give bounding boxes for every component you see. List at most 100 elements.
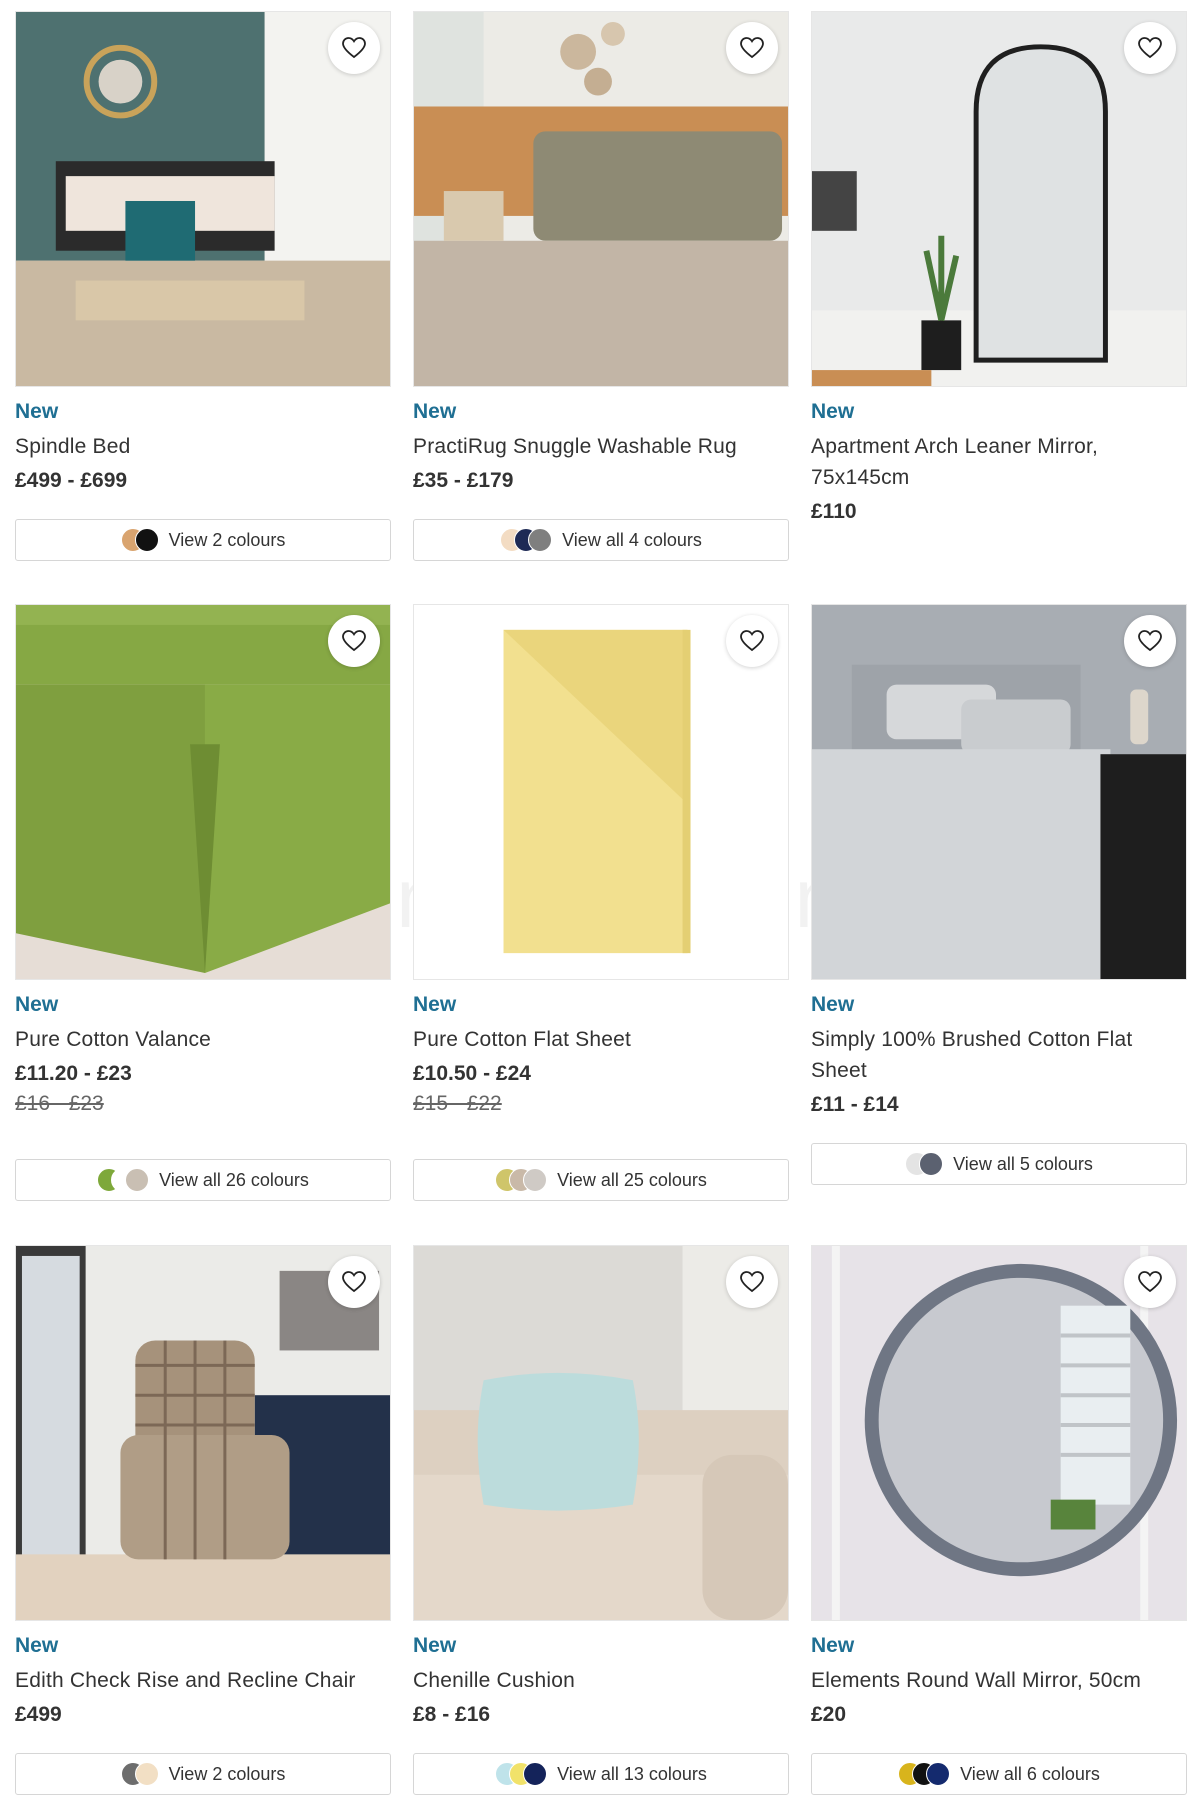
wishlist-button[interactable] [328,22,380,74]
view-colours-label: View 2 colours [168,1763,286,1784]
colour-swatches [120,1762,159,1786]
colour-swatch [134,528,159,552]
was-price: £15 - £22 [413,1092,502,1115]
new-badge: New [15,1634,59,1657]
product-price: £11 - £14 [811,1093,899,1116]
colour-swatch [926,1762,951,1786]
heart-icon [342,37,366,59]
product-title[interactable]: Chenille Cushion [413,1665,789,1696]
view-colours-label: View all 13 colours [557,1763,707,1784]
colour-swatches [495,1762,548,1786]
product-title[interactable]: Simply 100% Brushed Cotton Flat Sheet [811,1024,1187,1086]
product-card[interactable]: New PractiRug Snuggle Washable Rug £35 -… [413,11,789,561]
living-room-rug-image [414,12,788,386]
product-title[interactable]: Apartment Arch Leaner Mirror, 75x145cm [811,431,1187,493]
product-price: £20 [811,1703,847,1726]
view-colours-button[interactable]: View all 26 colours [15,1159,391,1201]
product-title[interactable]: Pure Cotton Valance [15,1024,391,1055]
new-badge: New [413,400,457,423]
product-card[interactable]: New Chenille Cushion £8 - £16 View all 1… [413,1245,789,1795]
view-colours-button[interactable]: View all 5 colours [811,1143,1187,1185]
product-card[interactable]: New Elements Round Wall Mirror, 50cm £20… [811,1245,1187,1795]
colour-swatch [523,1762,548,1786]
view-colours-label: View all 6 colours [960,1763,1100,1784]
heart-icon [740,630,764,652]
new-badge: New [413,993,457,1016]
heart-icon [342,1271,366,1293]
new-badge: New [15,993,59,1016]
product-title[interactable]: Spindle Bed [15,431,391,462]
colour-swatches [495,1168,548,1192]
colour-swatch [919,1152,944,1176]
view-colours-label: View all 5 colours [953,1153,1093,1174]
product-image[interactable] [15,11,391,387]
new-badge: New [811,993,855,1016]
colour-swatches [97,1168,150,1192]
new-badge: New [15,400,59,423]
product-title[interactable]: Edith Check Rise and Recline Chair [15,1665,391,1696]
grey-bedding-image [812,605,1186,979]
product-price: £110 [811,500,857,523]
new-badge: New [413,1634,457,1657]
colour-swatch [523,1168,548,1192]
heart-icon [1138,630,1162,652]
heart-icon [740,37,764,59]
view-colours-button[interactable]: View 2 colours [15,1753,391,1795]
view-colours-button[interactable]: View all 4 colours [413,519,789,561]
arch-mirror-image [812,12,1186,386]
wishlist-button[interactable] [726,22,778,74]
new-badge: New [811,1634,855,1657]
view-colours-button[interactable]: View all 25 colours [413,1159,789,1201]
product-title[interactable]: Pure Cotton Flat Sheet [413,1024,789,1055]
heart-icon [342,630,366,652]
recliner-chair-image [16,1246,390,1620]
product-card[interactable]: New Simply 100% Brushed Cotton Flat Shee… [811,604,1187,1185]
wishlist-button[interactable] [726,1256,778,1308]
view-colours-label: View all 4 colours [562,529,702,550]
product-image[interactable] [811,604,1187,980]
product-card[interactable]: New Apartment Arch Leaner Mirror, 75x145… [811,11,1187,527]
heart-icon [1138,1271,1162,1293]
product-image[interactable] [811,1245,1187,1621]
product-price: £11.20 - £23 [15,1062,132,1085]
colour-swatch [528,528,553,552]
colour-swatches [905,1152,944,1176]
product-image[interactable] [413,11,789,387]
product-title[interactable]: Elements Round Wall Mirror, 50cm [811,1665,1187,1696]
product-price: £499 [15,1703,62,1726]
wishlist-button[interactable] [726,615,778,667]
wishlist-button[interactable] [328,615,380,667]
round-mirror-image [812,1246,1186,1620]
product-card[interactable]: New Pure Cotton Valance £11.20 - £23 £16… [15,604,391,1201]
wishlist-button[interactable] [1124,22,1176,74]
view-colours-button[interactable]: View all 6 colours [811,1753,1187,1795]
colour-swatches [898,1762,951,1786]
product-card[interactable]: New Edith Check Rise and Recline Chair £… [15,1245,391,1795]
product-image[interactable] [15,1245,391,1621]
view-colours-button[interactable]: View 2 colours [15,519,391,561]
product-image[interactable] [413,604,789,980]
product-image[interactable] [413,1245,789,1621]
colour-swatches [500,528,553,552]
product-price: £10.50 - £24 [413,1062,531,1085]
view-colours-label: View all 26 colours [159,1169,309,1190]
product-image[interactable] [15,604,391,980]
heart-icon [1138,37,1162,59]
wishlist-button[interactable] [1124,1256,1176,1308]
bedroom-image [16,12,390,386]
view-colours-button[interactable]: View all 13 colours [413,1753,789,1795]
colour-swatch [134,1762,159,1786]
heart-icon [740,1271,764,1293]
wishlist-button[interactable] [1124,615,1176,667]
wishlist-button[interactable] [328,1256,380,1308]
product-price: £8 - £16 [413,1703,491,1726]
product-title[interactable]: PractiRug Snuggle Washable Rug [413,431,789,462]
colour-swatch [125,1168,150,1192]
product-price: £499 - £699 [15,469,128,492]
cushion-image [414,1246,788,1620]
product-card[interactable]: New Spindle Bed £499 - £699 View 2 colou… [15,11,391,561]
product-card[interactable]: New Pure Cotton Flat Sheet £10.50 - £24 … [413,604,789,1201]
valance-image [16,605,390,979]
product-image[interactable] [811,11,1187,387]
view-colours-label: View all 25 colours [557,1169,707,1190]
